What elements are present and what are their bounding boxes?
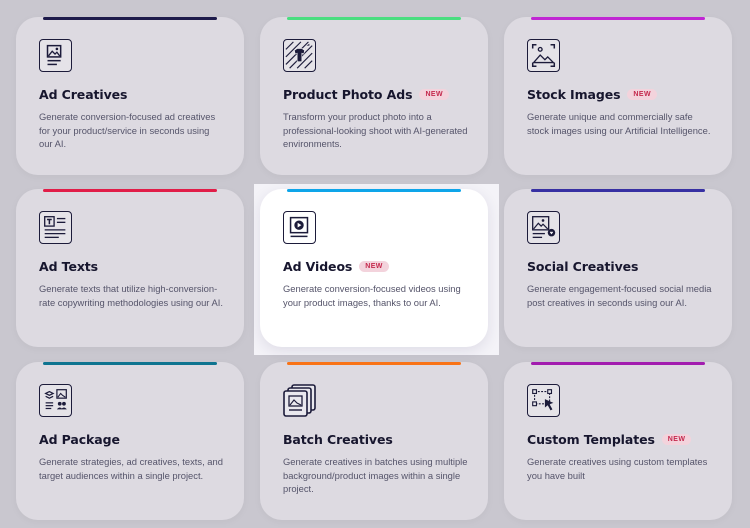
ad-creatives-icon bbox=[39, 39, 72, 72]
card-stock-images[interactable]: Stock Images NEW Generate unique and comm… bbox=[504, 17, 732, 175]
card-description: Generate conversion-focused videos using… bbox=[283, 283, 461, 308]
card-title: Custom Templates bbox=[527, 432, 655, 447]
card-product-photo-ads[interactable]: Product Photo Ads NEW Transform your prod… bbox=[260, 17, 488, 175]
card-description: Transform your product photo into a prof… bbox=[283, 111, 468, 149]
stock-images-icon bbox=[527, 39, 560, 72]
card-social-creatives[interactable]: Social Creatives Generate engagement-foc… bbox=[504, 189, 732, 347]
card-accent-bar bbox=[43, 362, 217, 365]
card-title: Batch Creatives bbox=[283, 432, 393, 447]
card-title: Ad Texts bbox=[39, 259, 98, 274]
card-custom-templates[interactable]: Custom Templates NEW Generate creatives u… bbox=[504, 362, 732, 520]
card-title: Product Photo Ads bbox=[283, 87, 413, 102]
card-accent-bar bbox=[531, 362, 705, 365]
card-description: Generate unique and commercially safe st… bbox=[527, 111, 711, 136]
card-accent-bar bbox=[287, 189, 461, 192]
card-title: Ad Package bbox=[39, 432, 120, 447]
card-accent-bar bbox=[43, 189, 217, 192]
card-title: Ad Creatives bbox=[39, 87, 128, 102]
social-creatives-icon bbox=[527, 211, 560, 244]
card-ad-texts[interactable]: Ad Texts Generate texts that utilize hig… bbox=[16, 189, 244, 347]
card-ad-videos[interactable]: Ad Videos NEW Generate conversion-focused… bbox=[260, 189, 488, 347]
ad-videos-icon bbox=[283, 211, 316, 244]
card-description: Generate conversion-focused ad creatives… bbox=[39, 111, 216, 149]
card-ad-creatives[interactable]: Ad Creatives Generate conversion-focused… bbox=[16, 17, 244, 175]
new-badge: NEW bbox=[419, 89, 449, 100]
card-accent-bar bbox=[531, 189, 705, 192]
card-accent-bar bbox=[287, 17, 461, 20]
card-title: Social Creatives bbox=[527, 259, 639, 274]
card-description: Generate creatives in batches using mult… bbox=[283, 456, 468, 494]
card-accent-bar bbox=[43, 17, 217, 20]
new-badge: NEW bbox=[627, 89, 657, 100]
card-description: Generate engagement-focused social media… bbox=[527, 283, 712, 308]
card-description: Generate strategies, ad creatives, texts… bbox=[39, 456, 223, 481]
card-batch-creatives[interactable]: Batch Creatives Generate creatives in ba… bbox=[260, 362, 488, 520]
batch-creatives-icon bbox=[283, 384, 316, 417]
card-description: Generate texts that utilize high-convers… bbox=[39, 283, 223, 308]
card-accent-bar bbox=[287, 362, 461, 365]
card-description: Generate creatives using custom template… bbox=[527, 456, 708, 481]
custom-templates-icon bbox=[527, 384, 560, 417]
ad-package-icon bbox=[39, 384, 72, 417]
card-accent-bar bbox=[531, 17, 705, 20]
card-title: Ad Videos bbox=[283, 259, 353, 274]
new-badge: NEW bbox=[661, 434, 692, 445]
card-title: Stock Images bbox=[527, 87, 621, 102]
product-photo-icon bbox=[283, 39, 316, 72]
card-ad-package[interactable]: Ad Package Generate strategies, ad creat… bbox=[16, 362, 244, 520]
ad-texts-icon bbox=[39, 211, 72, 244]
new-badge: NEW bbox=[359, 261, 389, 272]
